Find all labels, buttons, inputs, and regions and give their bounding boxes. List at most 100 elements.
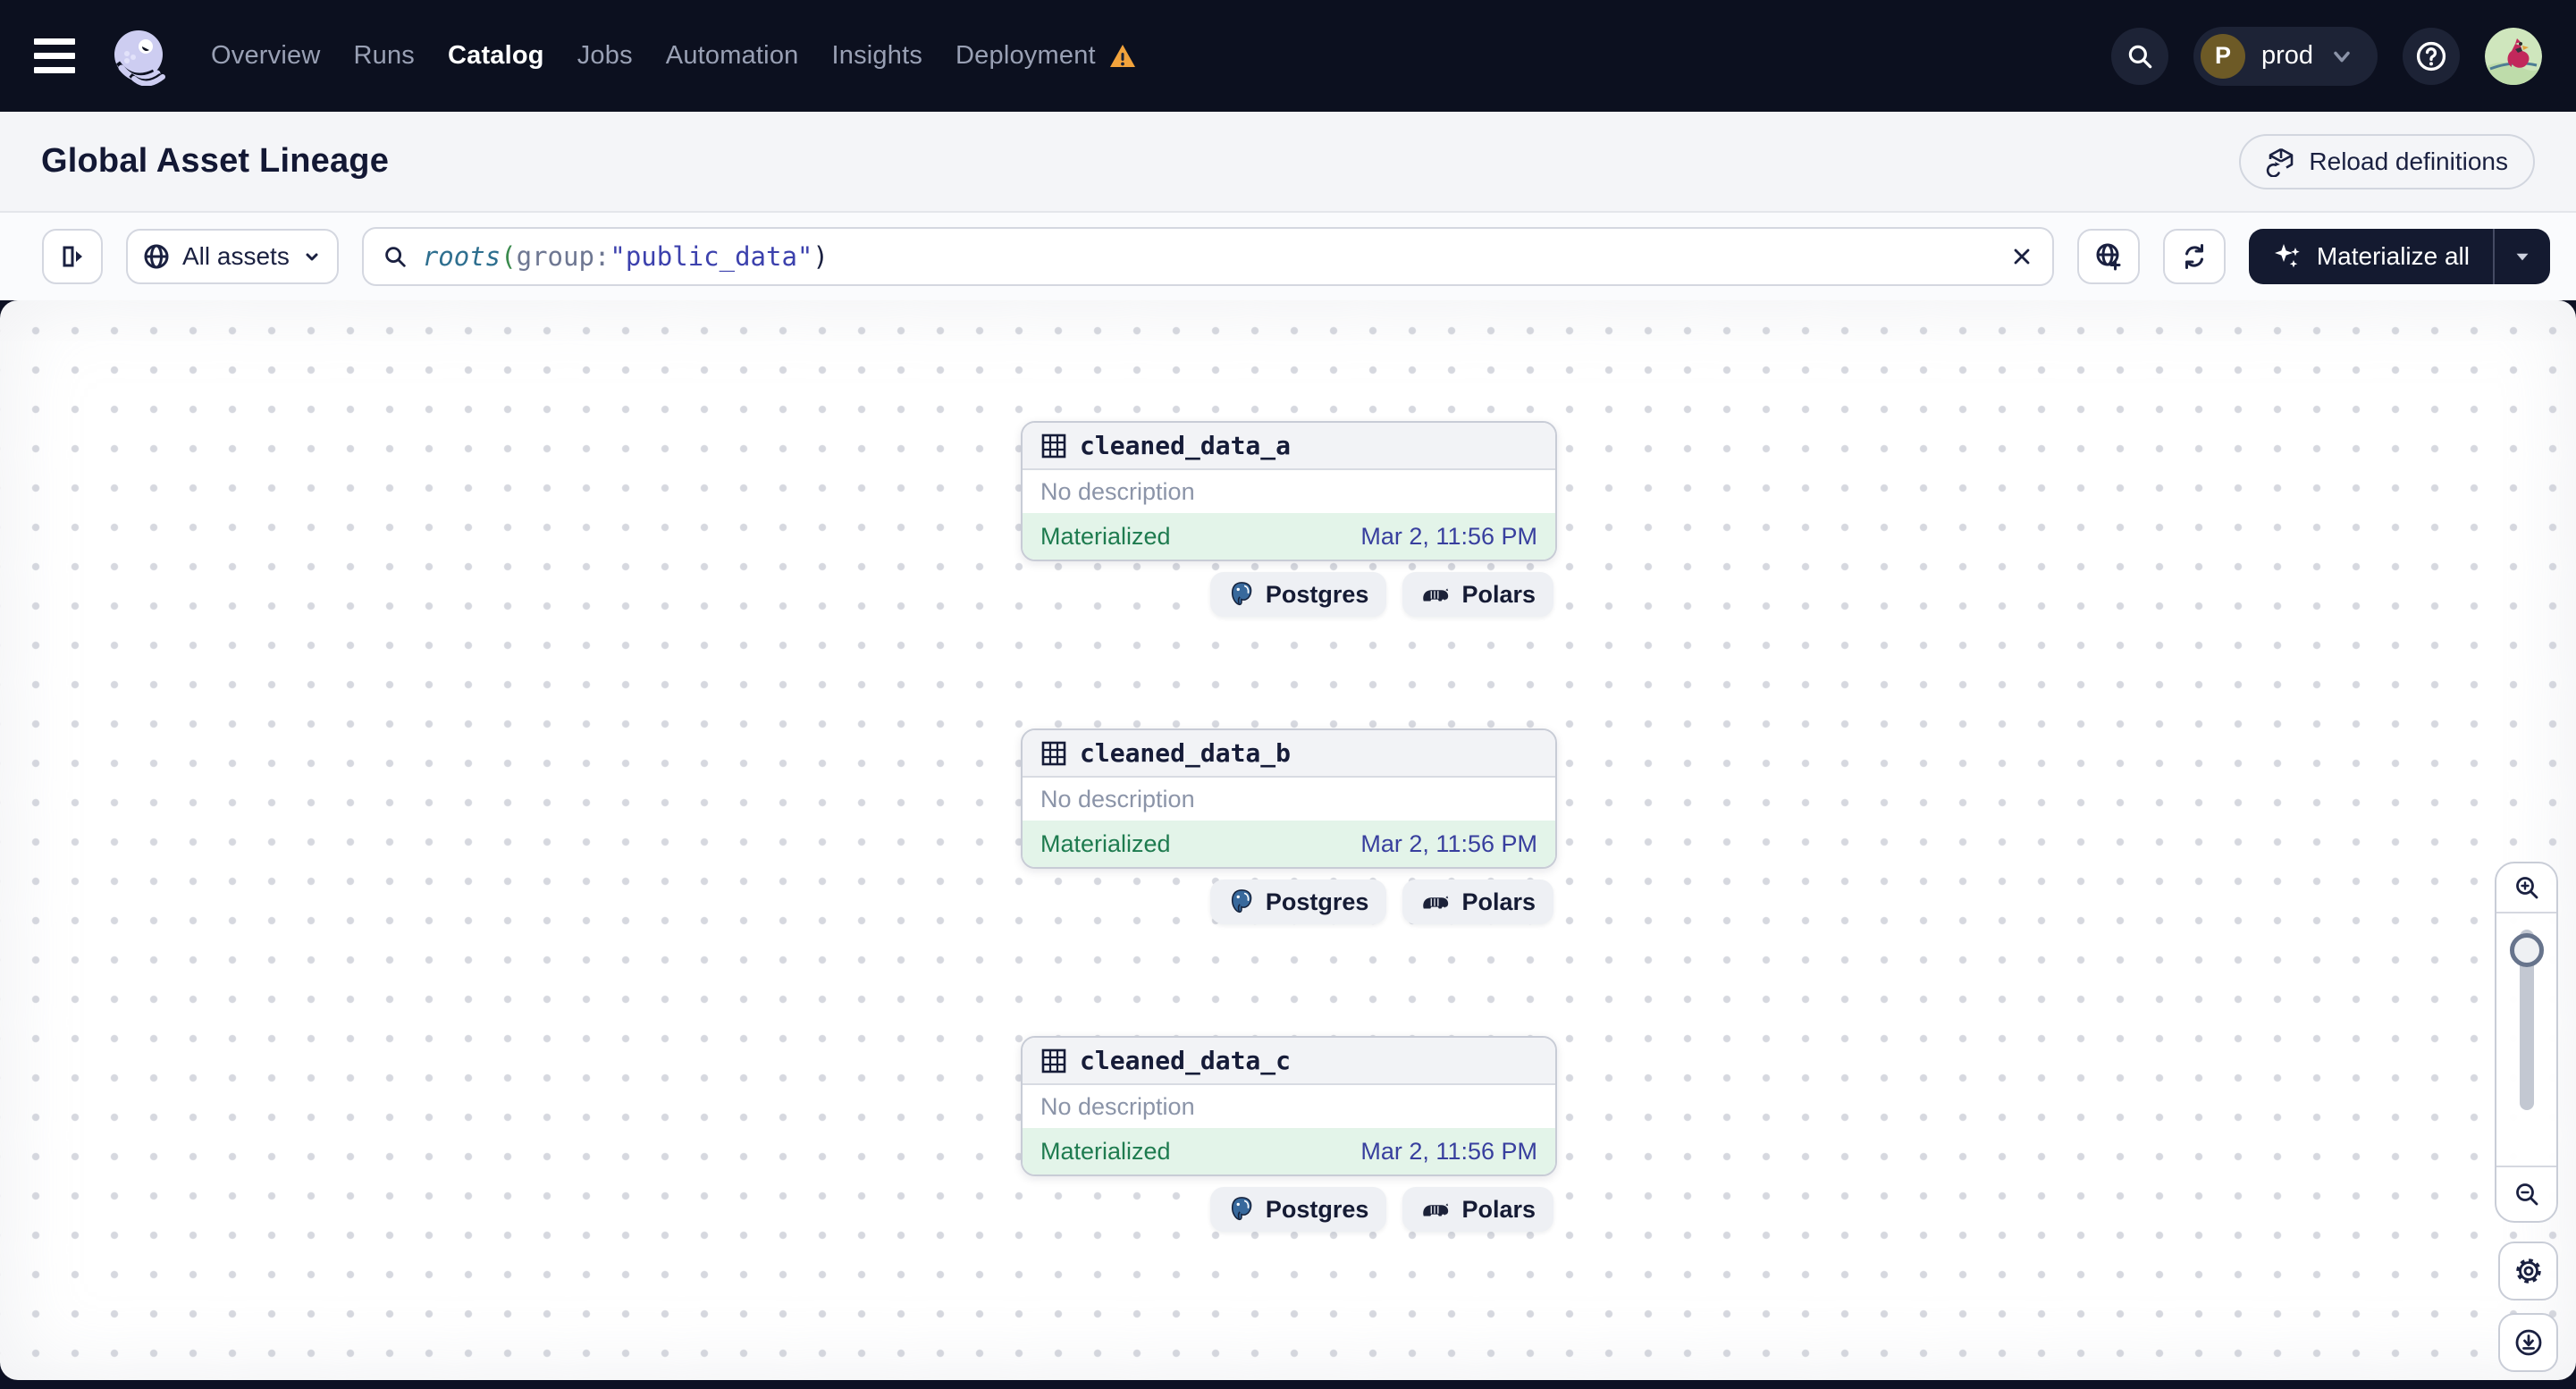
query-string: "public_data" xyxy=(610,241,813,272)
open-left-panel-button[interactable] xyxy=(42,229,103,284)
clear-search-button[interactable] xyxy=(2009,244,2034,269)
polars-icon xyxy=(1423,896,1449,909)
asset-node-cleaned_data_b[interactable]: cleaned_data_b No description Materializ… xyxy=(1021,728,1557,869)
asset-node-header: cleaned_data_a xyxy=(1023,423,1555,470)
help-icon xyxy=(2416,41,2446,71)
asset-status-bar: Materialized Mar 2, 11:56 PM xyxy=(1023,513,1555,560)
refresh-button[interactable] xyxy=(2162,229,2226,284)
tag-postgres[interactable]: Postgres xyxy=(1209,880,1387,924)
settings-gear-icon xyxy=(2515,1259,2541,1284)
nav-runs[interactable]: Runs xyxy=(353,41,415,71)
tag-polars[interactable]: Polars xyxy=(1402,572,1553,617)
tag-postgres[interactable]: Postgres xyxy=(1209,1187,1387,1232)
materialization-timestamp[interactable]: Mar 2, 11:56 PM xyxy=(1360,1138,1537,1166)
tag-label: Polars xyxy=(1461,580,1536,608)
asset-selection-input[interactable]: roots(group:"public_data") xyxy=(361,227,2054,286)
asset-node-header: cleaned_data_c xyxy=(1023,1038,1555,1085)
asset-status-bar: Materialized Mar 2, 11:56 PM xyxy=(1023,821,1555,867)
nav-deployment-label: Deployment xyxy=(955,41,1096,70)
polars-icon xyxy=(1423,588,1449,602)
tag-label: Polars xyxy=(1461,1195,1536,1223)
zoom-controls xyxy=(2495,862,2558,1223)
materialize-all-button[interactable]: Materialize all xyxy=(2248,229,2550,284)
clear-icon xyxy=(2014,248,2030,265)
nav-overview[interactable]: Overview xyxy=(211,41,320,71)
graph-settings-button[interactable] xyxy=(2498,1242,2558,1301)
nav-automation[interactable]: Automation xyxy=(666,41,799,71)
search-button[interactable] xyxy=(2110,27,2168,85)
materialization-timestamp[interactable]: Mar 2, 11:56 PM xyxy=(1360,830,1537,858)
deployment-name: prod xyxy=(2260,41,2313,70)
postgres-icon xyxy=(1231,1197,1252,1221)
tag-label: Polars xyxy=(1461,888,1536,915)
asset-name: cleaned_data_b xyxy=(1080,738,1292,768)
materialize-options-caret[interactable] xyxy=(2495,229,2550,284)
status-badge: Materialized xyxy=(1040,1137,1171,1165)
deployment-badge: P xyxy=(2200,33,2245,79)
warning-icon xyxy=(1108,42,1137,71)
asset-name: cleaned_data_a xyxy=(1080,431,1292,460)
nav-catalog[interactable]: Catalog xyxy=(448,41,544,71)
download-icon xyxy=(2515,1329,2541,1356)
asset-name: cleaned_data_c xyxy=(1080,1046,1292,1075)
download-image-button[interactable] xyxy=(2498,1313,2558,1372)
materialization-timestamp[interactable]: Mar 2, 11:56 PM xyxy=(1360,523,1537,551)
lineage-toolbar: All assets roots(group:"public_data") Ma… xyxy=(0,213,2576,300)
help-button[interactable] xyxy=(2403,27,2460,85)
zoom-slider[interactable] xyxy=(2496,913,2556,1166)
query-function: roots xyxy=(422,241,501,272)
asset-status-bar: Materialized Mar 2, 11:56 PM xyxy=(1023,1128,1555,1174)
tag-postgres[interactable]: Postgres xyxy=(1209,572,1387,617)
asset-node-cleaned_data_c[interactable]: cleaned_data_c No description Materializ… xyxy=(1021,1036,1557,1176)
tag-polars[interactable]: Polars xyxy=(1402,880,1553,924)
asset-description: No description xyxy=(1023,1085,1555,1128)
hamburger-menu-icon[interactable] xyxy=(34,29,89,84)
reload-definitions-label: Reload definitions xyxy=(2309,147,2508,175)
page-title: Global Asset Lineage xyxy=(41,142,390,180)
zoom-in-button[interactable] xyxy=(2496,863,2556,913)
tag-label: Postgres xyxy=(1265,888,1369,915)
table-icon xyxy=(1041,741,1066,765)
chevron-down-icon xyxy=(2334,51,2350,62)
avatar[interactable] xyxy=(2485,27,2542,85)
open-panel-icon xyxy=(63,246,82,267)
tag-polars[interactable]: Polars xyxy=(1402,1187,1553,1232)
table-icon xyxy=(1041,1048,1066,1073)
asset-scope-label: All assets xyxy=(182,242,290,270)
tag-label: Postgres xyxy=(1265,1195,1369,1223)
asset-scope-filter-button[interactable]: All assets xyxy=(126,229,339,284)
asset-tags-cleaned_data_c: Postgres Polars xyxy=(1021,1187,1553,1232)
nav-insights[interactable]: Insights xyxy=(831,41,922,71)
asset-selection-query[interactable]: roots(group:"public_data") xyxy=(423,241,1995,272)
chevron-down-icon xyxy=(306,253,318,261)
asset-node-cleaned_data_a[interactable]: cleaned_data_a No description Materializ… xyxy=(1021,421,1557,561)
dagster-logo[interactable] xyxy=(109,27,168,86)
deployment-switcher[interactable]: P prod xyxy=(2193,26,2378,86)
status-badge: Materialized xyxy=(1040,522,1171,550)
reload-definitions-button[interactable]: Reload definitions xyxy=(2239,133,2535,189)
zoom-slider-knob[interactable] xyxy=(2509,933,2544,967)
asset-tags-cleaned_data_a: Postgres Polars xyxy=(1021,572,1553,617)
postgres-icon xyxy=(1231,582,1252,606)
query-colon: : xyxy=(593,241,610,272)
sparkles-icon xyxy=(2274,244,2300,268)
view-full-graph-button[interactable] xyxy=(2076,229,2140,284)
reload-definitions-icon xyxy=(2267,147,2294,177)
lineage-canvas[interactable]: cleaned_data_a No description Materializ… xyxy=(0,300,2576,1380)
nav-jobs[interactable]: Jobs xyxy=(577,41,633,71)
polars-icon xyxy=(1423,1203,1449,1216)
zoom-out-icon xyxy=(2515,1183,2538,1206)
table-icon xyxy=(1041,434,1066,458)
nav-deployment[interactable]: Deployment xyxy=(955,41,1137,71)
materialize-all-label: Materialize all xyxy=(2316,242,2470,270)
zoom-out-button[interactable] xyxy=(2496,1166,2556,1221)
asset-tags-cleaned_data_b: Postgres Polars xyxy=(1021,880,1553,924)
asset-node-header: cleaned_data_b xyxy=(1023,730,1555,778)
query-key: group xyxy=(516,241,594,272)
asset-description: No description xyxy=(1023,470,1555,513)
asset-description: No description xyxy=(1023,778,1555,821)
status-badge: Materialized xyxy=(1040,829,1171,857)
zoom-in-icon xyxy=(2515,877,2538,899)
search-icon xyxy=(2128,45,2152,68)
globe-plus-icon xyxy=(2096,243,2121,271)
